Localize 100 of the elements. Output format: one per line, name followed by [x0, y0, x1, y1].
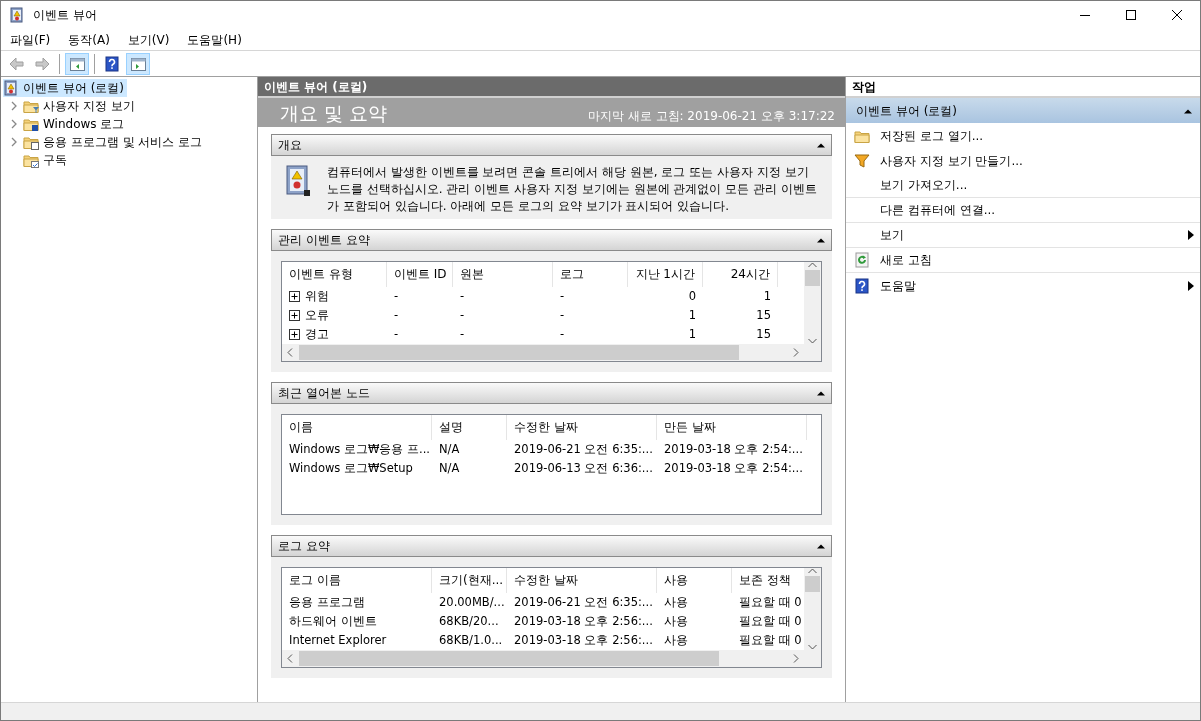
section-header[interactable]: 로그 요약 — [271, 535, 832, 557]
table-cell-text: 오류 — [305, 306, 329, 324]
table-cell-text: 68KB/20... — [438, 612, 500, 630]
table-cell-text: - — [393, 325, 400, 343]
tree-item[interactable]: 구독 — [3, 151, 70, 169]
tree-item[interactable]: Windows 로그 — [3, 115, 128, 133]
action-group-header[interactable]: 이벤트 뷰어 (로컬) — [846, 98, 1200, 123]
column-header[interactable]: 로그 이름 — [282, 568, 432, 593]
scrollbar-thumb[interactable] — [805, 270, 820, 286]
action-item[interactable]: 새로 고침 — [846, 248, 1200, 273]
window-title: 이벤트 뷰어 — [33, 7, 97, 24]
scrollbar-thumb[interactable] — [805, 576, 820, 592]
table-cell-text: 2019-03-18 오후 2:54:... — [663, 440, 804, 458]
scrollbar-thumb[interactable] — [299, 651, 719, 666]
column-header[interactable]: 원본 — [453, 262, 553, 287]
table-cell-text: 2019-03-18 오후 2:54:... — [663, 459, 804, 477]
table-cell-text: 68KB/1.0... — [438, 631, 504, 649]
action-item[interactable]: 도움말 — [846, 273, 1200, 298]
collapse-arrow-icon — [1184, 107, 1192, 114]
submenu-arrow-icon — [1188, 230, 1194, 240]
action-item[interactable]: 보기 — [846, 223, 1200, 248]
table-cell-text: 2019-03-18 오후 2:56:... — [513, 612, 654, 630]
scrollbar-thumb[interactable] — [299, 345, 739, 360]
toolbar-button[interactable] — [65, 52, 89, 75]
table-cell-text: 사용 — [663, 631, 689, 649]
action-item[interactable]: 다른 컴퓨터에 연결... — [846, 198, 1200, 223]
action-item[interactable]: 저장된 로그 열기... — [846, 123, 1200, 148]
menu-item[interactable]: 파일(F) — [1, 30, 60, 49]
table-cell-text: 응용 프로그램 — [288, 593, 366, 611]
table-cell-text: N/A — [438, 440, 461, 458]
refresh-icon — [854, 252, 870, 268]
column-header[interactable]: 이벤트 유형 — [282, 262, 387, 287]
menu-item[interactable]: 동작(A) — [59, 30, 119, 49]
expand-box-icon[interactable] — [289, 329, 300, 340]
table-cell-text: 경고 — [305, 325, 329, 343]
column-header[interactable]: 로그 — [553, 262, 628, 287]
table-cell-text: 1 — [687, 306, 697, 324]
expand-box-icon[interactable] — [289, 291, 300, 302]
table-cell-text: 15 — [755, 325, 772, 343]
minimize-icon — [1080, 14, 1090, 16]
description-text: 컴퓨터에서 발생한 이벤트를 보려면 콘솔 트리에서 해당 원본, 로그 또는 사용자 지정 보기 노드를 선택하십시오. 관리 이벤트 사용자 지정 보기에는 원본에 관계없이 모든 관리 이벤트가 포함되어 있습니다. 아래에 모든 로그의 요약 보기가 표시되어 있습니다. — [327, 164, 818, 215]
back-arrow-icon — [8, 55, 24, 72]
folder-icon — [23, 152, 39, 168]
table-cell-text: - — [393, 306, 400, 324]
forward-arrow-icon — [34, 55, 50, 72]
menu-item[interactable]: 도움말(H) — [178, 30, 251, 49]
table-cell-text: N/A — [438, 459, 461, 477]
help-icon — [854, 277, 870, 294]
table-cell-text: 15 — [755, 306, 772, 324]
table-cell-text: 2019-06-21 오전 6:35:... — [513, 593, 654, 611]
vertical-scrollbar[interactable] — [804, 262, 821, 344]
action-item[interactable]: 사용자 지정 보기 만들기... — [846, 148, 1200, 173]
column-header[interactable]: 24시간 — [703, 262, 778, 287]
column-header[interactable]: 이벤트 ID — [387, 262, 453, 287]
section-header[interactable]: 개요 — [271, 134, 832, 156]
collapse-arrow-icon — [817, 142, 825, 148]
help-icon — [104, 55, 120, 72]
maximize-icon — [1126, 10, 1136, 20]
vertical-scrollbar[interactable] — [804, 568, 821, 650]
menu-item[interactable]: 보기(V) — [118, 30, 179, 49]
table-cell-text: - — [459, 306, 466, 324]
scroll-down-icon — [808, 338, 817, 344]
action-item[interactable]: 보기 가져오기... — [846, 173, 1200, 198]
horizontal-scrollbar[interactable] — [282, 650, 821, 667]
column-header[interactable]: 크기(현재... — [432, 568, 507, 593]
column-header[interactable]: 지난 1시간 — [628, 262, 703, 287]
pane-header: 이벤트 뷰어 (로컬) — [258, 77, 845, 98]
collapse-arrow-icon — [817, 237, 825, 243]
logbook-icon — [3, 80, 19, 96]
pane-left-icon — [69, 55, 85, 72]
table-cell-text: - — [459, 287, 466, 305]
tree-item[interactable]: 이벤트 뷰어 (로컬) — [3, 79, 127, 97]
pane-right-icon — [130, 55, 146, 72]
section-header[interactable]: 최근 열어본 노드 — [271, 382, 832, 404]
tree-item[interactable]: 사용자 지정 보기 — [3, 97, 138, 115]
refresh-time: 마지막 새로 고침: 2019-06-21 오후 3:17:22 — [587, 108, 835, 125]
folder-icon — [23, 134, 39, 150]
expand-box-icon[interactable] — [289, 310, 300, 321]
tree-item[interactable]: 응용 프로그램 및 서비스 로그 — [3, 133, 206, 151]
column-header[interactable]: 사용 — [657, 568, 732, 593]
table-cell-text: 사용 — [663, 612, 689, 630]
toolbar-button[interactable] — [126, 52, 150, 75]
table-cell-text: - — [559, 306, 566, 324]
column-header[interactable]: 이름 — [282, 415, 432, 440]
table-cell-text: 1 — [687, 325, 697, 343]
scroll-down-icon — [808, 644, 817, 650]
column-header[interactable]: 수정한 날짜 — [507, 568, 657, 593]
table-cell-text: 필요할 때 0 — [738, 631, 803, 649]
table-cell-text: 2019-06-13 오전 6:36:... — [513, 459, 654, 477]
scroll-up-icon — [808, 262, 817, 268]
table-cell-text: 1 — [762, 287, 772, 305]
table-cell-text: Windows 로그₩Setup — [288, 459, 414, 477]
column-header[interactable]: 수정한 날짜 — [507, 415, 657, 440]
section-header[interactable]: 관리 이벤트 요약 — [271, 229, 832, 251]
folder-icon — [23, 98, 39, 114]
column-header[interactable]: 설명 — [432, 415, 507, 440]
column-header[interactable]: 만든 날짜 — [657, 415, 807, 440]
folder-icon — [23, 116, 39, 132]
horizontal-scrollbar[interactable] — [282, 344, 821, 361]
scroll-up-icon — [808, 568, 817, 574]
